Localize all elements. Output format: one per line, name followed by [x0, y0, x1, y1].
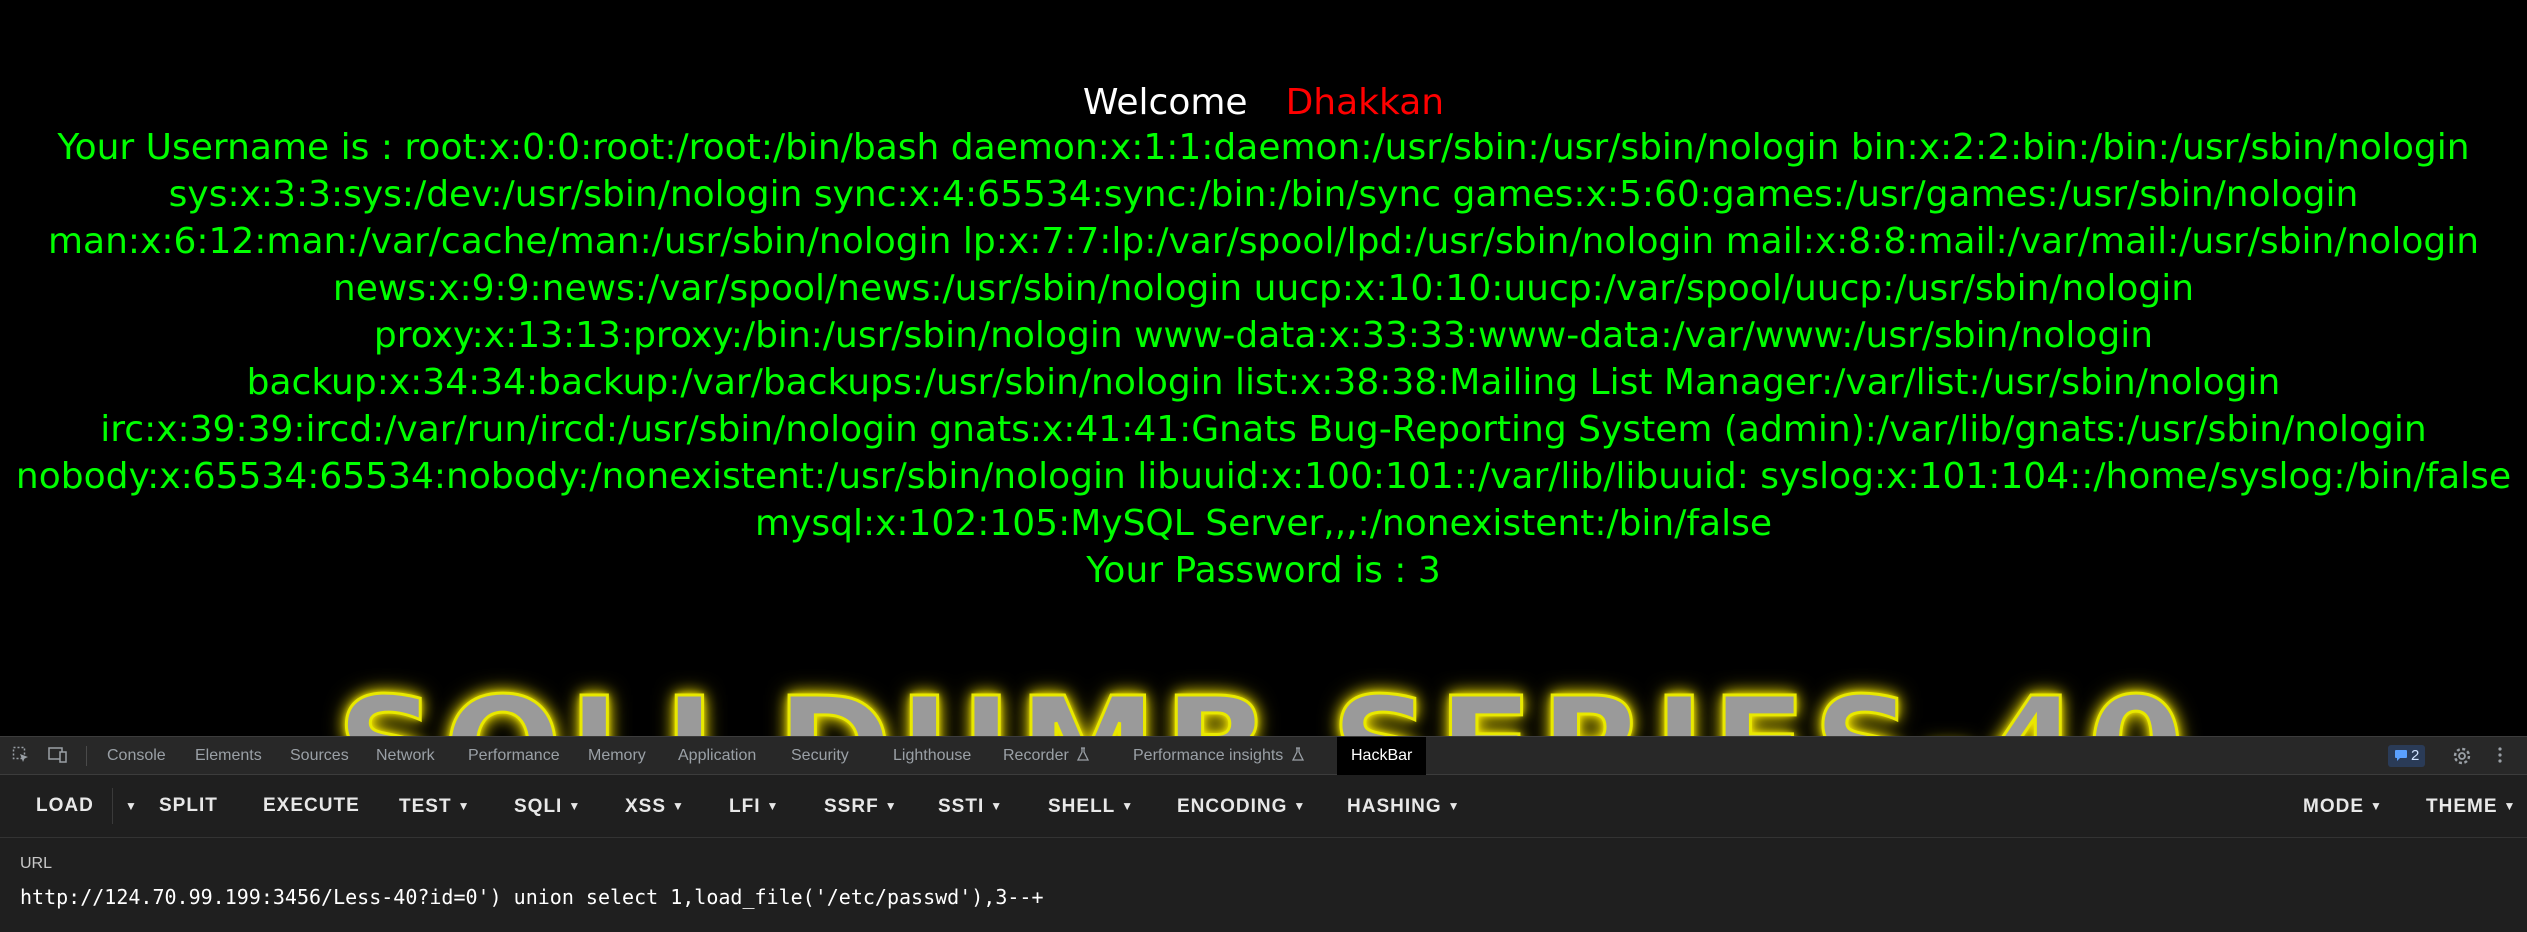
tab-lighthouse[interactable]: Lighthouse [893, 737, 971, 775]
result-line: Your Username is : root:x:0:0:root:/root… [57, 127, 2470, 168]
sqli-label: SQLI [514, 796, 563, 817]
encoding-label: ENCODING [1177, 796, 1288, 817]
password-line: Your Password is : 3 [1086, 550, 1441, 591]
chevron-down-icon: ▼ [2370, 799, 2383, 813]
chevron-down-icon: ▼ [457, 799, 471, 813]
chevron-down-icon: ▼ [884, 799, 898, 813]
lfi-menu-button[interactable]: LFI ▼ [729, 775, 779, 837]
chevron-down-icon: ▼ [990, 799, 1004, 813]
ssti-menu-button[interactable]: SSTI ▼ [938, 775, 1003, 837]
result-line: irc:x:39:39:ircd:/var/run/ircd:/usr/sbin… [100, 409, 2427, 450]
tab-application[interactable]: Application [678, 737, 756, 775]
chevron-down-icon: ▼ [2503, 799, 2517, 813]
shell-menu-button[interactable]: SHELL ▼ [1048, 775, 1134, 837]
result-line: proxy:x:13:13:proxy:/bin:/usr/sbin/nolog… [373, 315, 2154, 356]
browser-viewport: Welcome Dhakkan Your Username is : root:x… [0, 0, 2527, 932]
message-icon [2395, 750, 2407, 761]
settings-gear-icon[interactable] [2452, 746, 2472, 766]
url-section: URL [0, 838, 2527, 932]
chevron-down-icon: ▼ [1121, 799, 1135, 813]
ssrf-label: SSRF [824, 796, 879, 817]
execute-button[interactable]: EXECUTE [263, 775, 360, 837]
inspect-element-icon[interactable] [11, 746, 31, 766]
welcome-name: Dhakkan [1285, 82, 1445, 123]
xss-menu-button[interactable]: XSS ▼ [625, 775, 685, 837]
flask-icon [1291, 747, 1304, 761]
result-line: backup:x:34:34:backup:/var/backups:/usr/… [246, 362, 2281, 403]
tab-divider [86, 746, 87, 766]
welcome-label: Welcome [1082, 82, 1248, 123]
hashing-label: HASHING [1347, 796, 1442, 817]
tab-performance[interactable]: Performance [468, 737, 560, 775]
sqli-menu-button[interactable]: SQLI ▼ [514, 775, 581, 837]
result-line: sys:x:3:3:sys:/dev:/usr/sbin/nologin syn… [168, 174, 2359, 215]
tab-recorder-label: Recorder [1003, 747, 1069, 764]
ssrf-menu-button[interactable]: SSRF ▼ [824, 775, 898, 837]
device-toolbar-icon[interactable] [48, 746, 68, 766]
shell-label: SHELL [1048, 796, 1116, 817]
url-label: URL [20, 855, 53, 872]
url-input[interactable] [20, 882, 2500, 912]
chevron-down-icon: ▼ [1447, 799, 1461, 813]
chevron-down-icon: ▼ [672, 799, 685, 813]
hashing-menu-button[interactable]: HASHING ▼ [1347, 775, 1461, 837]
devtools-tab-bar: Console Elements Sources Network Perform… [0, 736, 2527, 775]
mode-label: MODE [2303, 796, 2364, 817]
result-line: mysql:x:102:105:MySQL Server,,,:/nonexis… [754, 503, 1773, 544]
tab-security[interactable]: Security [791, 737, 849, 775]
chevron-down-icon: ▼ [125, 799, 138, 813]
web-page-content: Welcome Dhakkan Your Username is : root:x… [0, 0, 2527, 736]
devtools-panel: Console Elements Sources Network Perform… [0, 736, 2527, 932]
result-line: news:x:9:9:news:/var/spool/news:/usr/sbi… [332, 268, 2195, 309]
query-result: Your Username is : root:x:0:0:root:/root… [0, 124, 2527, 594]
welcome-line: Welcome Dhakkan [0, 76, 2527, 130]
tab-recorder[interactable]: Recorder [1003, 737, 1090, 775]
theme-label: THEME [2426, 796, 2498, 817]
chevron-down-icon: ▼ [766, 799, 780, 813]
tab-performance-insights[interactable]: Performance insights [1133, 737, 1304, 775]
tab-sources[interactable]: Sources [290, 737, 349, 775]
tab-network[interactable]: Network [376, 737, 435, 775]
chevron-down-icon: ▼ [568, 799, 582, 813]
mode-menu-button[interactable]: MODE ▼ [2303, 775, 2383, 837]
tab-elements[interactable]: Elements [195, 737, 262, 775]
series-banner-image: SQLI DUMB SERIES-40 [0, 678, 2527, 736]
flask-icon [1077, 747, 1090, 761]
load-dropdown-button[interactable]: ▼ [112, 788, 138, 824]
tab-hackbar[interactable]: HackBar [1337, 737, 1427, 775]
tab-console[interactable]: Console [107, 737, 166, 775]
split-button[interactable]: SPLIT [159, 775, 218, 837]
issues-badge[interactable]: 2 [2388, 745, 2426, 767]
ssti-label: SSTI [938, 796, 985, 817]
test-label: TEST [399, 796, 452, 817]
theme-menu-button[interactable]: THEME ▼ [2426, 775, 2516, 837]
xss-label: XSS [625, 796, 667, 817]
load-button[interactable]: LOAD [36, 775, 94, 837]
issues-count: 2 [2411, 747, 2420, 764]
test-menu-button[interactable]: TEST ▼ [399, 775, 470, 837]
encoding-menu-button[interactable]: ENCODING ▼ [1177, 775, 1306, 837]
hackbar-toolbar: LOAD ▼ SPLIT EXECUTE TEST ▼ SQLI ▼ XSS ▼ LF… [0, 775, 2527, 838]
more-options-icon[interactable] [2490, 746, 2510, 766]
tab-memory[interactable]: Memory [588, 737, 646, 775]
result-line: nobody:x:65534:65534:nobody:/nonexistent… [15, 456, 2512, 497]
lfi-label: LFI [729, 796, 761, 817]
tab-performance-insights-label: Performance insights [1133, 747, 1284, 764]
chevron-down-icon: ▼ [1293, 799, 1307, 813]
result-line: man:x:6:12:man:/var/cache/man:/usr/sbin/… [47, 221, 2480, 262]
